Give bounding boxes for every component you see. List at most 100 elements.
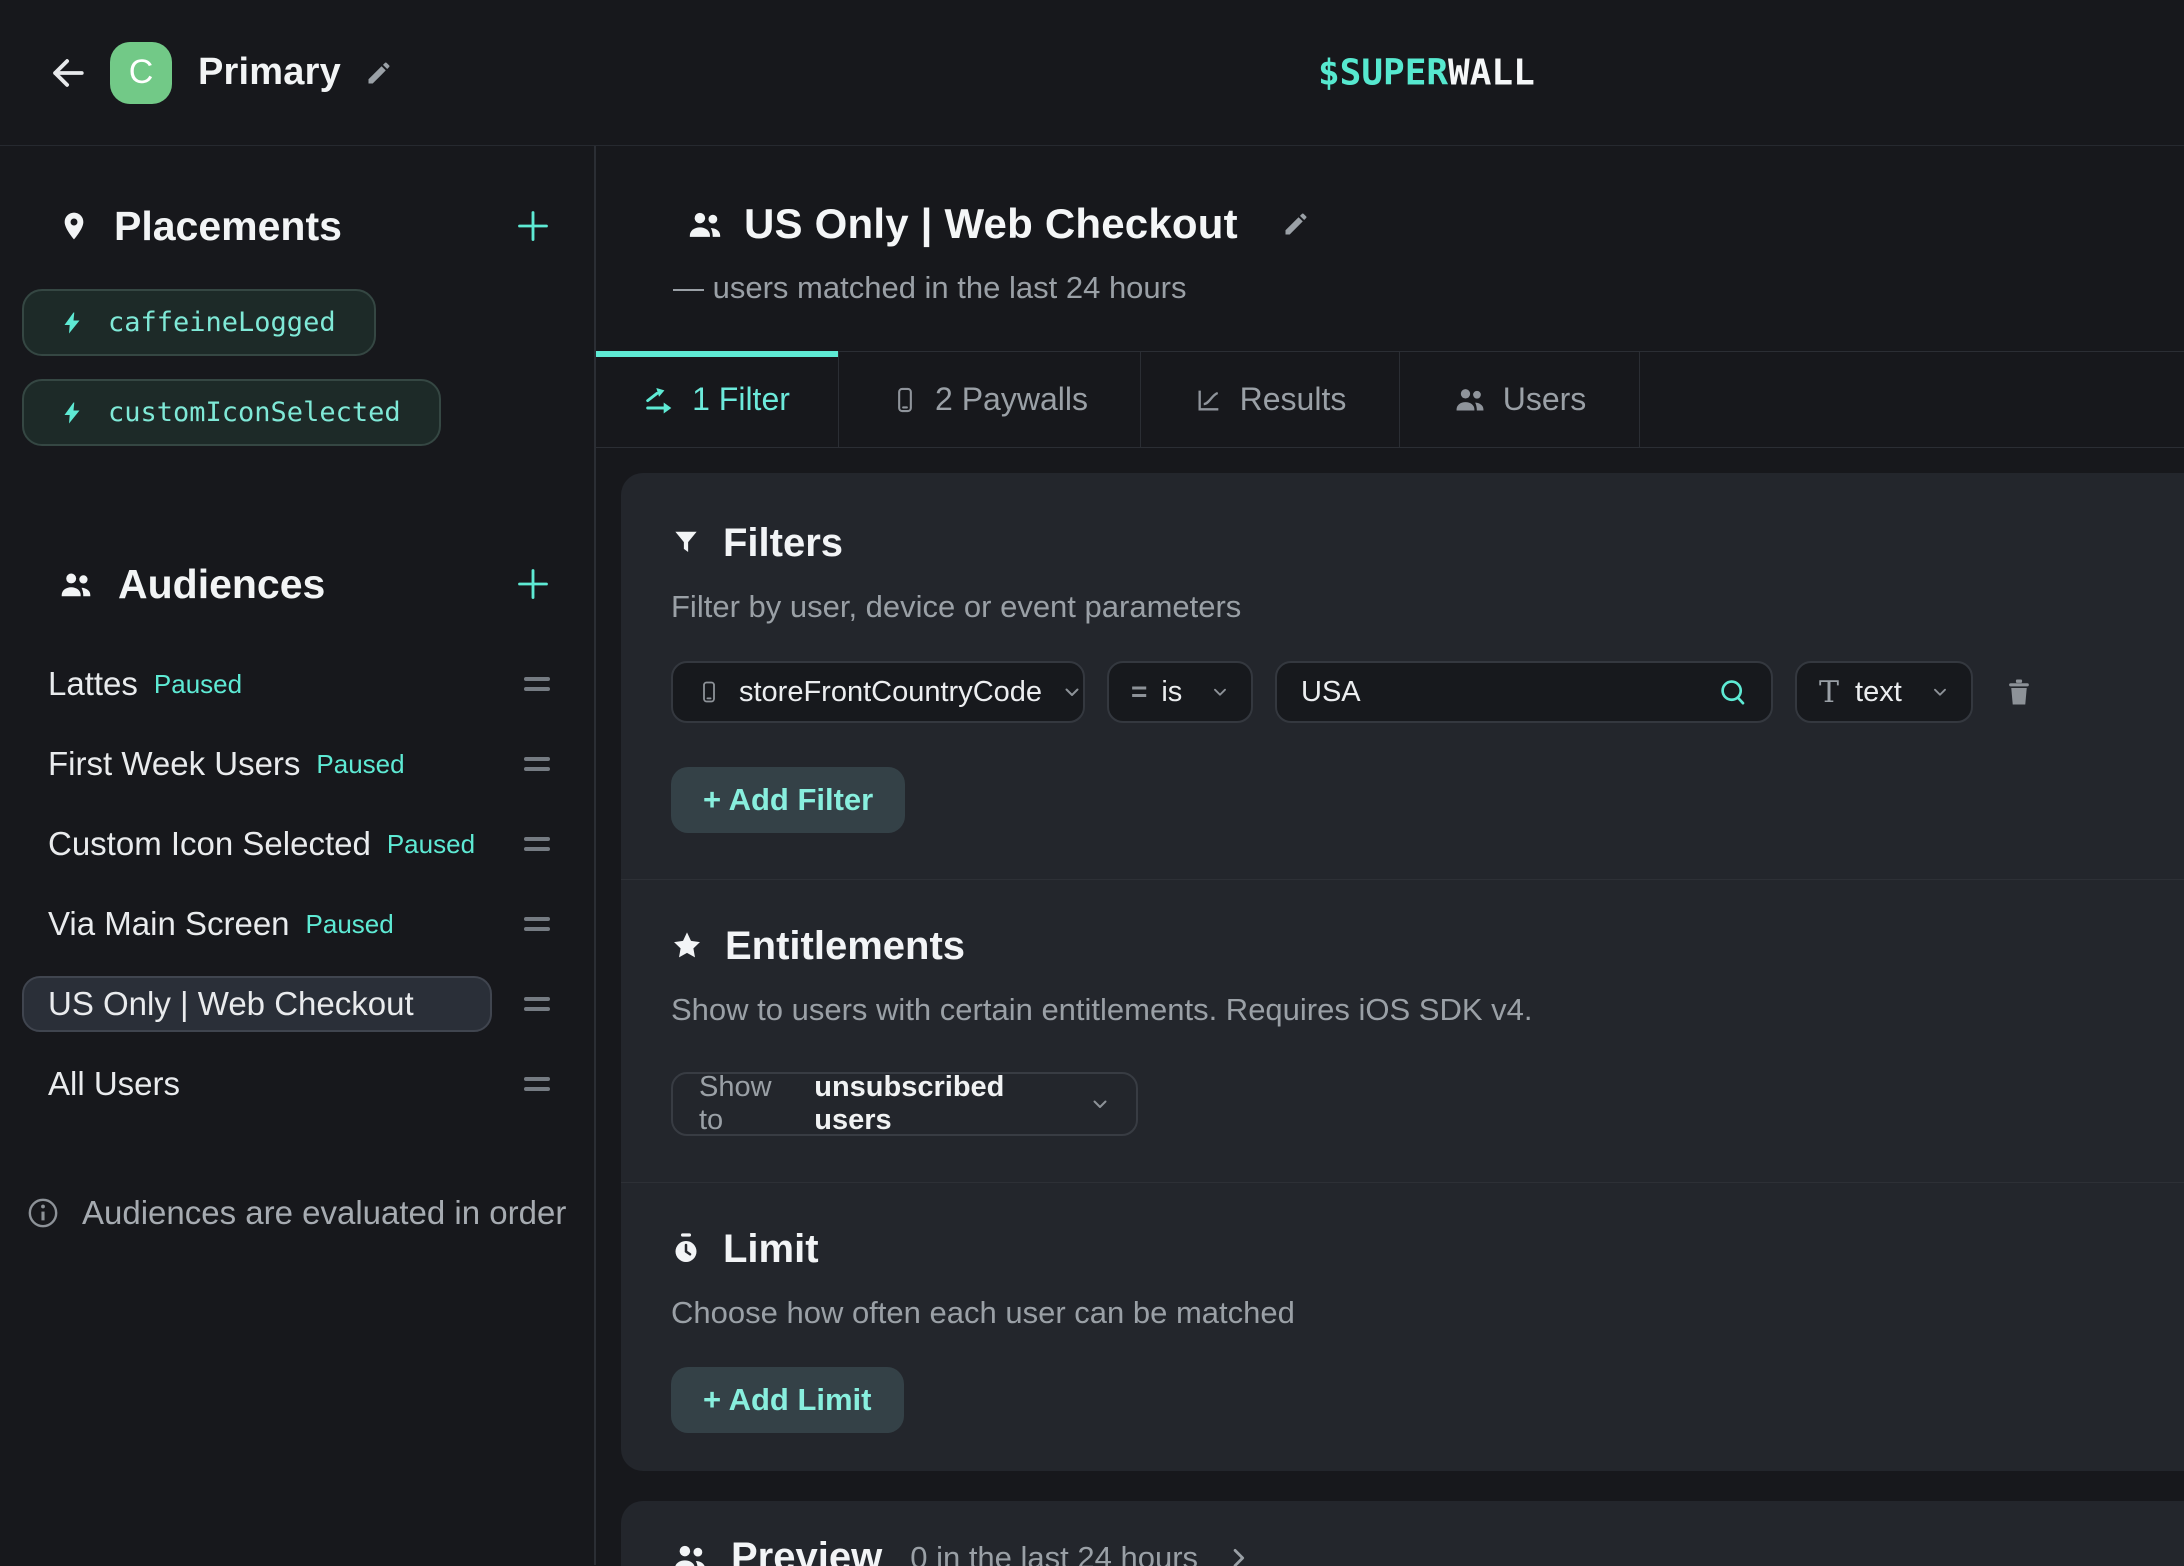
placement-chip[interactable]: customIconSelected <box>22 379 441 446</box>
chevron-down-icon <box>1088 1092 1112 1116</box>
drag-handle-icon[interactable] <box>524 997 550 1011</box>
phone-icon <box>697 677 721 707</box>
people-icon <box>686 207 724 242</box>
tab-label: 1 Filter <box>692 381 790 418</box>
superwall-logo: $SUPERWALL <box>1318 52 1535 93</box>
audience-name: First Week Users <box>48 745 300 783</box>
drag-handle-icon[interactable] <box>524 757 550 771</box>
audience-row-custom-icon-selected: Custom Icon Selected Paused <box>0 804 594 884</box>
tab-filter[interactable]: 1 Filter <box>596 352 839 447</box>
entitlements-title: Entitlements <box>725 924 965 969</box>
audience-item[interactable]: Custom Icon Selected Paused <box>22 816 492 872</box>
bolt-icon <box>60 308 84 338</box>
add-audience-button[interactable] <box>514 565 552 603</box>
filters-title: Filters <box>723 521 843 566</box>
chevron-down-icon <box>1929 681 1951 703</box>
audience-row-lattes: Lattes Paused <box>0 644 594 724</box>
drag-handle-icon[interactable] <box>524 917 550 931</box>
search-icon <box>1717 676 1749 708</box>
tab-label: Results <box>1240 381 1347 418</box>
audience-header: US Only | Web Checkout — users matched i… <box>673 200 1310 306</box>
audience-settings-card: Filters Filter by user, device or event … <box>621 473 2184 1471</box>
tab-paywalls[interactable]: 2 Paywalls <box>839 352 1141 447</box>
people-icon <box>58 568 94 601</box>
preview-title: Preview <box>731 1535 882 1566</box>
star-icon <box>671 930 703 962</box>
show-to-value: unsubscribed users <box>814 1071 1070 1137</box>
audience-name: Custom Icon Selected <box>48 825 371 863</box>
phone-icon <box>891 385 919 415</box>
property-value: storeFrontCountryCode <box>739 676 1042 709</box>
audience-list: Lattes Paused First Week Users Paused Cu… <box>0 644 594 1124</box>
placement-name: caffeineLogged <box>108 307 336 338</box>
add-filter-button[interactable]: + Add Filter <box>671 767 905 833</box>
drag-handle-icon[interactable] <box>524 837 550 851</box>
back-icon[interactable] <box>46 51 90 95</box>
logo-white-part: WALL <box>1448 52 1535 93</box>
paused-badge: Paused <box>154 669 242 700</box>
chevron-down-icon <box>1060 680 1084 704</box>
project-avatar[interactable]: C <box>110 42 172 104</box>
drag-handle-icon[interactable] <box>524 1077 550 1091</box>
chart-icon <box>1194 386 1224 414</box>
placement-name: customIconSelected <box>108 397 401 428</box>
superwall-app: C Primary $SUPERWALL Placements <box>0 0 2184 1566</box>
filter-value-field[interactable] <box>1275 661 1773 723</box>
text-type-icon: T <box>1819 675 1839 710</box>
edit-project-name-icon[interactable] <box>365 59 393 87</box>
audience-item[interactable]: Via Main Screen Paused <box>22 896 492 952</box>
matched-users-subtitle: — users matched in the last 24 hours <box>673 270 1310 306</box>
placements-section-header: Placements <box>0 200 594 252</box>
top-bar: C Primary $SUPERWALL <box>0 0 2184 146</box>
show-to-label: Show to <box>699 1071 796 1137</box>
operator-dropdown[interactable]: = is <box>1107 661 1253 723</box>
filters-section: Filters Filter by user, device or event … <box>621 473 2184 879</box>
audience-row-first-week-users: First Week Users Paused <box>0 724 594 804</box>
property-dropdown[interactable]: storeFrontCountryCode <box>671 661 1085 723</box>
audience-item[interactable]: Lattes Paused <box>22 656 492 712</box>
info-icon <box>26 1196 60 1230</box>
sidebar: Placements caffeineLogged customIconSel <box>0 146 596 1565</box>
audience-item[interactable]: All Users <box>22 1056 492 1112</box>
audiences-section-header: Audiences <box>0 558 594 610</box>
people-icon <box>1453 384 1487 415</box>
edit-audience-name-icon[interactable] <box>1282 210 1310 238</box>
placements-title: Placements <box>114 203 342 250</box>
show-to-dropdown[interactable]: Show to unsubscribed users <box>671 1072 1138 1136</box>
tab-results[interactable]: Results <box>1141 352 1400 447</box>
tab-users[interactable]: Users <box>1400 352 1640 447</box>
audience-row-via-main-screen: Via Main Screen Paused <box>0 884 594 964</box>
filter-value-input[interactable] <box>1301 676 1701 709</box>
delete-filter-icon[interactable] <box>2003 674 2037 710</box>
avatar-letter: C <box>129 53 154 92</box>
audience-item[interactable]: First Week Users Paused <box>22 736 492 792</box>
preview-card: Preview 0 in the last 24 hours <box>621 1501 2184 1566</box>
type-dropdown[interactable]: T text <box>1795 661 1973 723</box>
tab-bar: 1 Filter 2 Paywalls Results <box>596 351 2184 448</box>
entitlements-subtitle: Show to users with certain entitlements.… <box>671 992 2154 1028</box>
paused-badge: Paused <box>316 749 404 780</box>
add-limit-button[interactable]: + Add Limit <box>671 1367 904 1433</box>
logo-teal-part: $SUPER <box>1318 52 1448 93</box>
add-placement-button[interactable] <box>514 207 552 245</box>
audience-item-selected[interactable]: US Only | Web Checkout <box>22 976 492 1032</box>
audience-name: All Users <box>48 1065 180 1103</box>
audience-row-all-users: All Users <box>0 1044 594 1124</box>
preview-header[interactable]: Preview 0 in the last 24 hours <box>671 1535 2184 1566</box>
type-value: text <box>1855 676 1902 709</box>
entitlements-section: Entitlements Show to users with certain … <box>621 880 2184 1182</box>
people-icon <box>671 1540 709 1566</box>
paused-badge: Paused <box>306 909 394 940</box>
equals-icon: = <box>1131 676 1147 708</box>
drag-handle-icon[interactable] <box>524 677 550 691</box>
audiences-footnote: Audiences are evaluated in order <box>26 1194 566 1232</box>
placement-chip[interactable]: caffeineLogged <box>22 289 376 356</box>
operator-value: is <box>1161 676 1182 709</box>
project-name: Primary <box>198 51 341 94</box>
preview-meta: 0 in the last 24 hours <box>910 1540 1198 1566</box>
chevron-right-icon <box>1224 1544 1252 1566</box>
limit-section: Limit Choose how often each user can be … <box>621 1183 2184 1479</box>
main-panel: US Only | Web Checkout — users matched i… <box>596 146 2184 1565</box>
page-title: US Only | Web Checkout <box>744 200 1238 248</box>
filter-row: storeFrontCountryCode = is <box>671 661 2154 723</box>
